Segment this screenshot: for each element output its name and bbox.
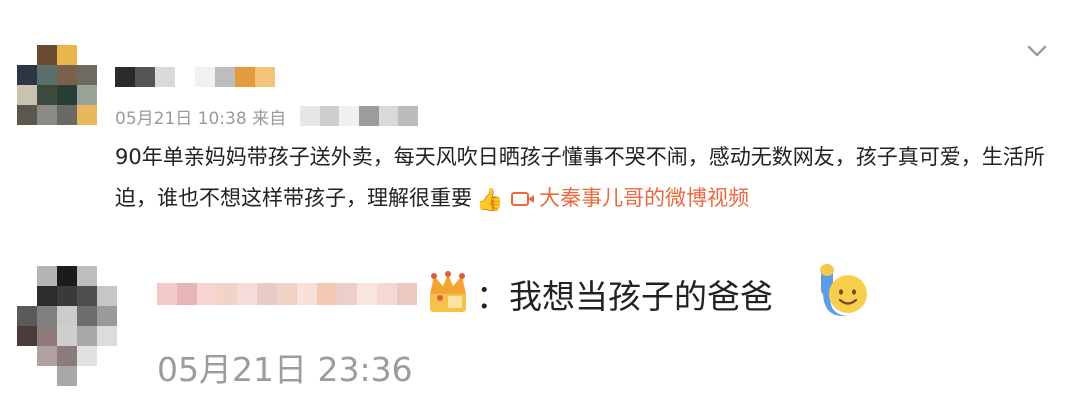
- avatar-pixel: [57, 346, 77, 366]
- avatar-pixel: [17, 65, 37, 85]
- reply-timestamp: 05月21日 23:36: [157, 350, 413, 389]
- avatar-pixel: [57, 326, 77, 346]
- video-link[interactable]: 大秦事儿哥的微博视频: [511, 186, 749, 210]
- avatar-pixel: [57, 85, 77, 105]
- avatar-pixel: [97, 326, 117, 346]
- username-pixel: [317, 283, 337, 305]
- avatar-pixel: [37, 366, 57, 386]
- avatar-pixel: [77, 266, 97, 286]
- avatar-pixel: [77, 366, 97, 386]
- post-date: 05月21日: [115, 109, 193, 129]
- avatar-pixel: [77, 45, 97, 65]
- avatar-pixel: [57, 286, 77, 306]
- chevron-down-icon[interactable]: [1026, 40, 1048, 62]
- avatar-pixel: [77, 65, 97, 85]
- username-pixel: [255, 67, 275, 87]
- source-pixel: [359, 106, 379, 126]
- avatar-pixel: [77, 286, 97, 306]
- reply-text: ：我想当孩子的爸爸: [476, 277, 773, 316]
- post-meta: 05月21日 10:38 来自: [115, 104, 286, 129]
- video-link-label: 大秦事儿哥的微博视频: [539, 186, 750, 210]
- username-pixel: [157, 283, 177, 305]
- avatar-pixel: [57, 65, 77, 85]
- avatar-pixel: [77, 85, 97, 105]
- username-pixel: [357, 283, 377, 305]
- username-pixel: [297, 283, 317, 305]
- avatar-pixel: [57, 105, 77, 125]
- source-pixel: [339, 106, 360, 126]
- avatar-pixel: [97, 266, 117, 286]
- username-pixel: [337, 283, 357, 305]
- avatar-pixel: [97, 306, 117, 326]
- reply-avatar[interactable]: [17, 266, 117, 386]
- avatar-pixel: [57, 266, 77, 286]
- source-pixel: [319, 106, 340, 126]
- thumbs-up-icon: 👍: [476, 188, 504, 213]
- avatar-pixel: [37, 45, 57, 65]
- username-pixel: [397, 283, 417, 305]
- avatar-pixel: [77, 326, 97, 346]
- username-pixel: [377, 283, 397, 305]
- username-pixel: [195, 67, 215, 87]
- avatar-pixel: [17, 306, 37, 326]
- avatar-pixel: [97, 286, 117, 306]
- avatar-pixel: [57, 45, 77, 65]
- crown-badge-icon: [430, 271, 466, 312]
- avatar-pixel: [97, 366, 117, 386]
- username-pixel: [135, 67, 155, 87]
- username-pixel: [257, 283, 277, 305]
- reply-username-blurred[interactable]: [157, 283, 417, 305]
- avatar-pixel: [37, 346, 57, 366]
- post-source-label: 来自: [252, 109, 287, 129]
- username-pixel: [237, 283, 257, 305]
- avatar-pixel: [17, 286, 37, 306]
- source-pixel: [300, 106, 320, 126]
- username-pixel: [235, 67, 255, 87]
- avatar-pixel: [77, 346, 97, 366]
- avatar-pixel: [57, 306, 77, 326]
- avatar-pixel: [77, 306, 97, 326]
- avatar-pixel: [17, 266, 37, 286]
- username-pixel: [177, 283, 197, 305]
- avatar-pixel: [37, 105, 57, 125]
- username-pixel: [197, 283, 217, 305]
- post-username-blurred[interactable]: [115, 67, 275, 87]
- video-camera-icon: [511, 192, 535, 206]
- username-pixel: [277, 283, 297, 305]
- avatar-pixel: [37, 326, 57, 346]
- avatar-pixel: [97, 346, 117, 366]
- avatar-pixel: [37, 306, 57, 326]
- avatar-pixel: [17, 85, 37, 105]
- post-body: 90年单亲妈妈带孩子送外卖，每天风吹日晒孩子懂事不哭不闹，感动无数网友，孩子真可…: [115, 137, 1050, 221]
- avatar-pixel: [17, 366, 37, 386]
- username-pixel: [155, 67, 175, 87]
- avatar-pixel: [17, 326, 37, 346]
- avatar-pixel: [37, 286, 57, 306]
- avatar-pixel: [37, 85, 57, 105]
- source-pixel: [378, 106, 399, 126]
- post-source-blurred: [300, 106, 419, 126]
- avatar-pixel: [77, 105, 97, 125]
- username-pixel: [175, 67, 195, 87]
- avatar-pixel: [37, 65, 57, 85]
- username-pixel: [115, 67, 135, 87]
- avatar-pixel: [57, 366, 77, 386]
- avatar-pixel: [17, 45, 37, 65]
- username-pixel: [217, 283, 237, 305]
- avatar-pixel: [17, 346, 37, 366]
- avatar-pixel: [37, 266, 57, 286]
- avatar-pixel: [17, 105, 37, 125]
- source-pixel: [398, 106, 419, 126]
- username-pixel: [215, 67, 235, 87]
- post-avatar[interactable]: [17, 45, 97, 125]
- raising-hand-icon: [820, 264, 867, 317]
- post-time: 10:38: [197, 109, 247, 129]
